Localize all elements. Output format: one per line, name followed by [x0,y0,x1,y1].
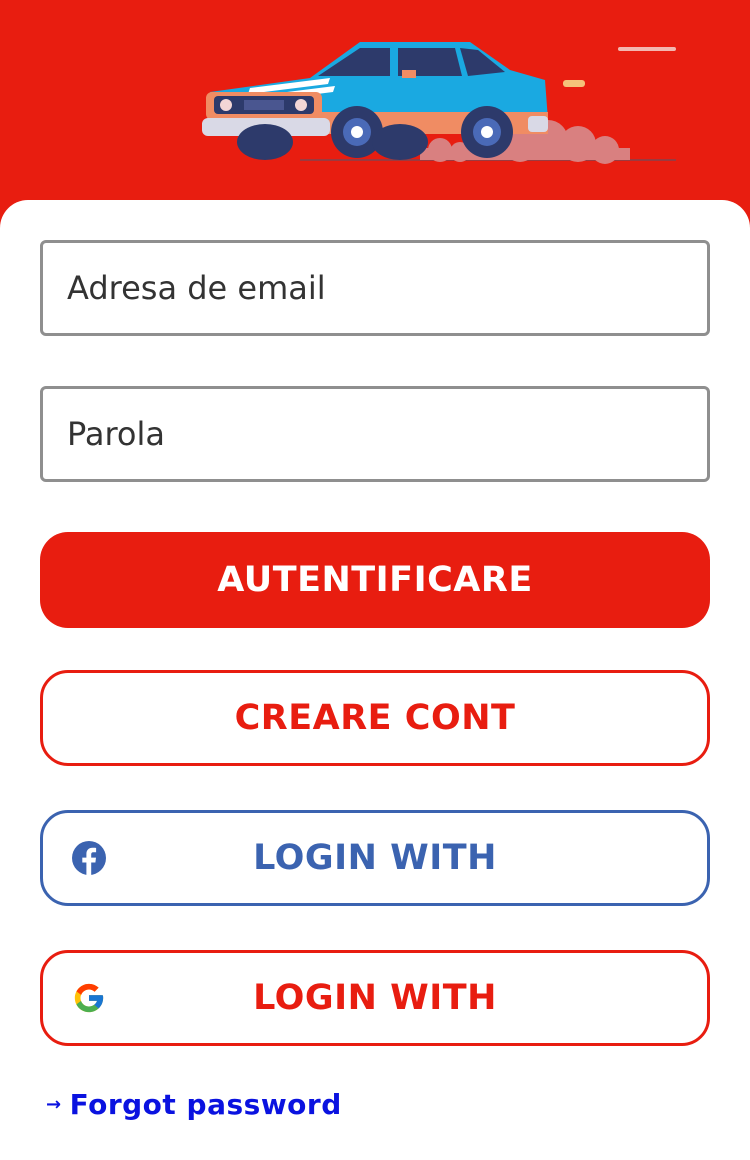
login-button-label: AUTENTIFICARE [217,560,533,600]
facebook-login-button[interactable]: LOGIN WITH [40,810,710,906]
header-banner [0,0,750,215]
facebook-login-label: LOGIN WITH [253,838,497,878]
email-field[interactable] [43,243,707,333]
forgot-password-label: Forgot password [69,1088,342,1121]
password-field-wrapper [40,386,710,482]
email-field-wrapper [40,240,710,336]
login-button[interactable]: AUTENTIFICARE [40,532,710,628]
google-icon [69,978,109,1018]
arrow-right-icon: → [46,1094,62,1115]
google-login-button[interactable]: LOGIN WITH [40,950,710,1046]
google-login-label: LOGIN WITH [253,978,497,1018]
forgot-password-link[interactable]: → Forgot password [46,1088,342,1121]
facebook-icon [69,838,109,878]
password-field[interactable] [43,389,707,479]
create-account-button-label: CREARE CONT [234,698,516,738]
create-account-button[interactable]: CREARE CONT [40,670,710,766]
car-illustration [202,42,676,164]
